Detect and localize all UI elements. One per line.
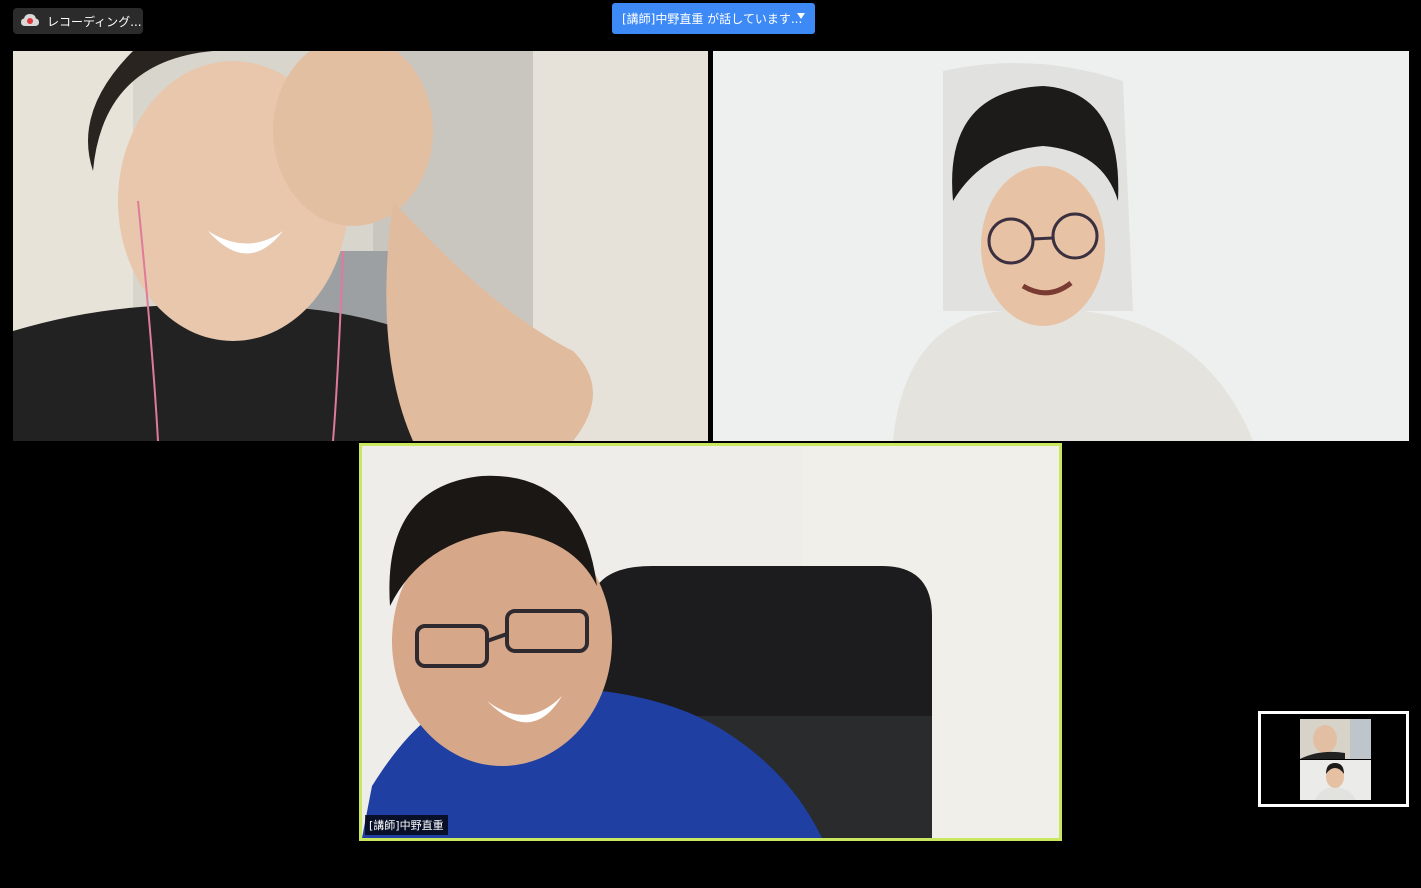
recording-label: レコーディング... [47, 14, 142, 29]
participant-video [713, 51, 1409, 441]
cloud-record-icon [21, 14, 39, 26]
active-speaker-banner[interactable]: [講師]中野直重 が話しています... [612, 3, 815, 34]
participant-name-label: [講師]中野直重 [365, 815, 448, 835]
chevron-down-icon [797, 13, 805, 19]
participant-video [362, 446, 1059, 838]
active-speaker-label: [講師]中野直重 が話しています... [622, 12, 803, 26]
video-tile-active-speaker[interactable]: [講師]中野直重 [359, 443, 1062, 841]
self-view-video-top [1300, 719, 1371, 759]
participant-video [13, 51, 708, 441]
recording-indicator[interactable]: レコーディング... [13, 8, 143, 34]
self-view-video-bottom [1300, 760, 1371, 800]
video-tile-participant-2[interactable] [713, 51, 1409, 441]
self-view-thumbnail[interactable] [1258, 711, 1409, 807]
video-tile-participant-1[interactable] [13, 51, 708, 441]
